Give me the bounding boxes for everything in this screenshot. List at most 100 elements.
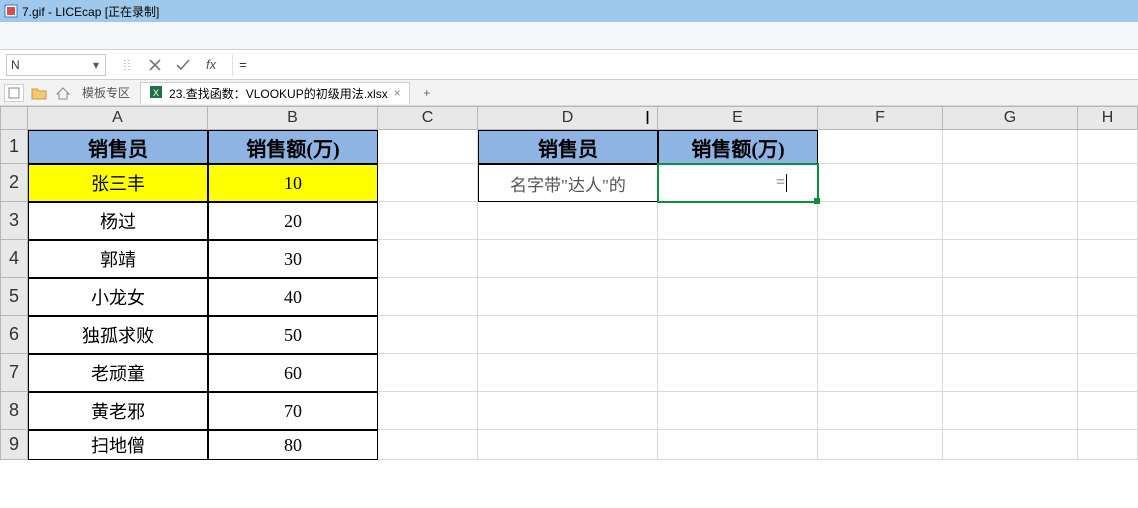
row-header-1[interactable]: 1 bbox=[0, 130, 28, 164]
cell-F5[interactable] bbox=[818, 278, 943, 316]
fx-label[interactable]: fx bbox=[202, 57, 220, 72]
cell-C2[interactable] bbox=[378, 164, 478, 202]
col-header-E[interactable]: E bbox=[658, 106, 818, 130]
cell-A9[interactable]: 扫地僧 bbox=[28, 430, 208, 460]
cell-E9[interactable] bbox=[658, 430, 818, 460]
row-header-2[interactable]: 2 bbox=[0, 164, 28, 202]
cell-F4[interactable] bbox=[818, 240, 943, 278]
cell-D1[interactable]: 销售员 bbox=[478, 130, 658, 164]
cell-E7[interactable] bbox=[658, 354, 818, 392]
formula-input[interactable]: = bbox=[232, 54, 1138, 76]
new-tab-button[interactable]: + bbox=[416, 83, 438, 103]
cell-D9[interactable] bbox=[478, 430, 658, 460]
cell-B2[interactable]: 10 bbox=[208, 164, 378, 202]
cell-F7[interactable] bbox=[818, 354, 943, 392]
row-header-3[interactable]: 3 bbox=[0, 202, 28, 240]
row-header-5[interactable]: 5 bbox=[0, 278, 28, 316]
folder-icon[interactable] bbox=[30, 84, 48, 102]
cell-G3[interactable] bbox=[943, 202, 1078, 240]
cell-C8[interactable] bbox=[378, 392, 478, 430]
template-zone-link[interactable]: 模板专区 bbox=[78, 84, 134, 101]
cell-C6[interactable] bbox=[378, 316, 478, 354]
spreadsheet-grid[interactable]: A B C D E F G H I 1 销售员 销售额(万) 销售员 销售额(万… bbox=[0, 106, 1138, 460]
cell-B3[interactable]: 20 bbox=[208, 202, 378, 240]
cell-A6[interactable]: 独孤求败 bbox=[28, 316, 208, 354]
cell-F9[interactable] bbox=[818, 430, 943, 460]
cell-H8[interactable] bbox=[1078, 392, 1138, 430]
cell-D6[interactable] bbox=[478, 316, 658, 354]
cell-C5[interactable] bbox=[378, 278, 478, 316]
col-header-C[interactable]: C bbox=[378, 106, 478, 130]
cell-E6[interactable] bbox=[658, 316, 818, 354]
cell-H2[interactable] bbox=[1078, 164, 1138, 202]
cell-E5[interactable] bbox=[658, 278, 818, 316]
cell-E8[interactable] bbox=[658, 392, 818, 430]
cell-E1[interactable]: 销售额(万) bbox=[658, 130, 818, 164]
cell-D3[interactable] bbox=[478, 202, 658, 240]
cell-D2[interactable]: 名字带"达人"的 bbox=[478, 164, 658, 202]
cell-G6[interactable] bbox=[943, 316, 1078, 354]
name-box[interactable]: N ▾ bbox=[6, 54, 106, 76]
cell-G9[interactable] bbox=[943, 430, 1078, 460]
col-header-G[interactable]: G bbox=[943, 106, 1078, 130]
cell-G1[interactable] bbox=[943, 130, 1078, 164]
cell-A4[interactable]: 郭靖 bbox=[28, 240, 208, 278]
cell-D8[interactable] bbox=[478, 392, 658, 430]
cell-F2[interactable] bbox=[818, 164, 943, 202]
cell-H3[interactable] bbox=[1078, 202, 1138, 240]
cell-A3[interactable]: 杨过 bbox=[28, 202, 208, 240]
col-header-H[interactable]: H bbox=[1078, 106, 1138, 130]
name-box-dropdown-icon[interactable]: ▾ bbox=[91, 58, 101, 72]
cell-B7[interactable]: 60 bbox=[208, 354, 378, 392]
cell-C4[interactable] bbox=[378, 240, 478, 278]
cell-B5[interactable]: 40 bbox=[208, 278, 378, 316]
cancel-formula-button[interactable] bbox=[146, 56, 164, 74]
new-blank-button[interactable] bbox=[4, 84, 24, 102]
cell-B8[interactable]: 70 bbox=[208, 392, 378, 430]
cell-H9[interactable] bbox=[1078, 430, 1138, 460]
row-header-7[interactable]: 7 bbox=[0, 354, 28, 392]
cell-D4[interactable] bbox=[478, 240, 658, 278]
cell-G4[interactable] bbox=[943, 240, 1078, 278]
cell-E3[interactable] bbox=[658, 202, 818, 240]
cell-G2[interactable] bbox=[943, 164, 1078, 202]
col-header-A[interactable]: A bbox=[28, 106, 208, 130]
row-header-6[interactable]: 6 bbox=[0, 316, 28, 354]
cell-C7[interactable] bbox=[378, 354, 478, 392]
col-header-F[interactable]: F bbox=[818, 106, 943, 130]
cell-G5[interactable] bbox=[943, 278, 1078, 316]
tab-close-button[interactable]: × bbox=[394, 86, 401, 100]
cell-D7[interactable] bbox=[478, 354, 658, 392]
row-header-4[interactable]: 4 bbox=[0, 240, 28, 278]
col-header-B[interactable]: B bbox=[208, 106, 378, 130]
cell-G8[interactable] bbox=[943, 392, 1078, 430]
cell-C1[interactable] bbox=[378, 130, 478, 164]
cell-F6[interactable] bbox=[818, 316, 943, 354]
cell-B4[interactable]: 30 bbox=[208, 240, 378, 278]
row-header-8[interactable]: 8 bbox=[0, 392, 28, 430]
cell-G7[interactable] bbox=[943, 354, 1078, 392]
cell-A7[interactable]: 老顽童 bbox=[28, 354, 208, 392]
cell-E4[interactable] bbox=[658, 240, 818, 278]
cell-B9[interactable]: 80 bbox=[208, 430, 378, 460]
cell-H5[interactable] bbox=[1078, 278, 1138, 316]
cell-A2[interactable]: 张三丰 bbox=[28, 164, 208, 202]
cell-A8[interactable]: 黄老邪 bbox=[28, 392, 208, 430]
cell-B6[interactable]: 50 bbox=[208, 316, 378, 354]
accept-formula-button[interactable] bbox=[174, 56, 192, 74]
cell-H4[interactable] bbox=[1078, 240, 1138, 278]
cell-F3[interactable] bbox=[818, 202, 943, 240]
row-header-9[interactable]: 9 bbox=[0, 430, 28, 460]
cell-A1[interactable]: 销售员 bbox=[28, 130, 208, 164]
cell-F8[interactable] bbox=[818, 392, 943, 430]
cell-C3[interactable] bbox=[378, 202, 478, 240]
col-header-D[interactable]: D bbox=[478, 106, 658, 130]
cell-H6[interactable] bbox=[1078, 316, 1138, 354]
cell-B1[interactable]: 销售额(万) bbox=[208, 130, 378, 164]
cell-H1[interactable] bbox=[1078, 130, 1138, 164]
select-all-corner[interactable] bbox=[0, 106, 28, 130]
cell-C9[interactable] bbox=[378, 430, 478, 460]
cell-D5[interactable] bbox=[478, 278, 658, 316]
document-tab[interactable]: X 23.查找函数：VLOOKUP的初级用法.xlsx × bbox=[140, 82, 410, 104]
cell-F1[interactable] bbox=[818, 130, 943, 164]
